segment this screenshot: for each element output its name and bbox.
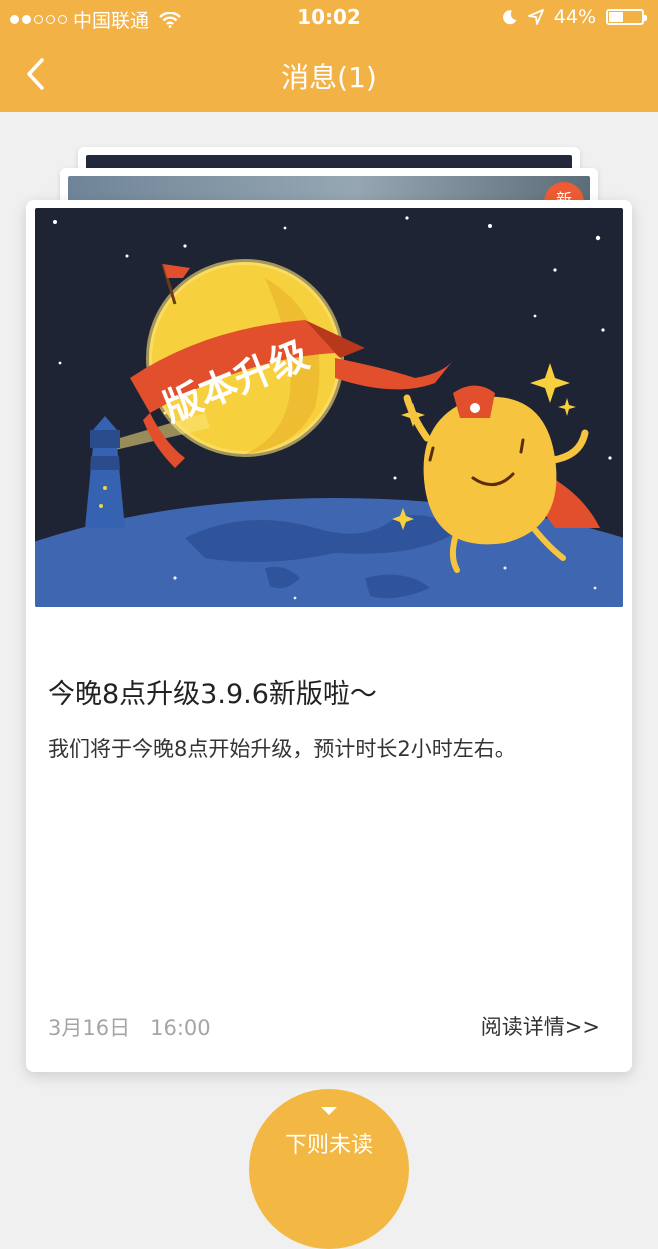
nav-bar: 消息(1): [0, 36, 658, 112]
lighthouse: [85, 416, 125, 528]
next-unread-label: 下则未读: [284, 1133, 373, 1158]
top-bar: 中国联通 10:02 44% 消息(1): [0, 0, 658, 112]
back-arrow-icon[interactable]: [22, 56, 52, 92]
status-bar: 中国联通 10:02 44%: [0, 0, 658, 36]
message-banner-image: 版本升级: [35, 208, 623, 607]
version-upgrade-illustration: 版本升级: [35, 208, 623, 607]
moon-icon: [502, 10, 517, 25]
battery-percent: 44%: [553, 6, 596, 28]
message-card[interactable]: 版本升级 今晚8点升级3.9.6新版啦～ 我们将于今晚8点开始升级，预计时长2小…: [26, 200, 632, 1072]
status-right: 44%: [502, 6, 647, 28]
read-details-link[interactable]: 阅读详情>>: [481, 1011, 600, 1041]
battery-icon: [606, 9, 647, 25]
chevron-down-icon: [321, 1107, 337, 1115]
page-title: 消息(1): [281, 61, 377, 94]
message-time: 16:00: [150, 1016, 211, 1040]
battery-fill: [609, 12, 623, 22]
message-date: 3月16日: [48, 1016, 131, 1040]
location-arrow-icon: [527, 9, 544, 25]
message-timestamp: 3月16日 16:00: [48, 1012, 211, 1042]
next-unread-button[interactable]: 下则未读: [249, 1089, 409, 1249]
message-description: 我们将于今晚8点开始升级，预计时长2小时左右。: [48, 737, 516, 761]
message-title: 今晚8点升级3.9.6新版啦～: [48, 679, 377, 710]
